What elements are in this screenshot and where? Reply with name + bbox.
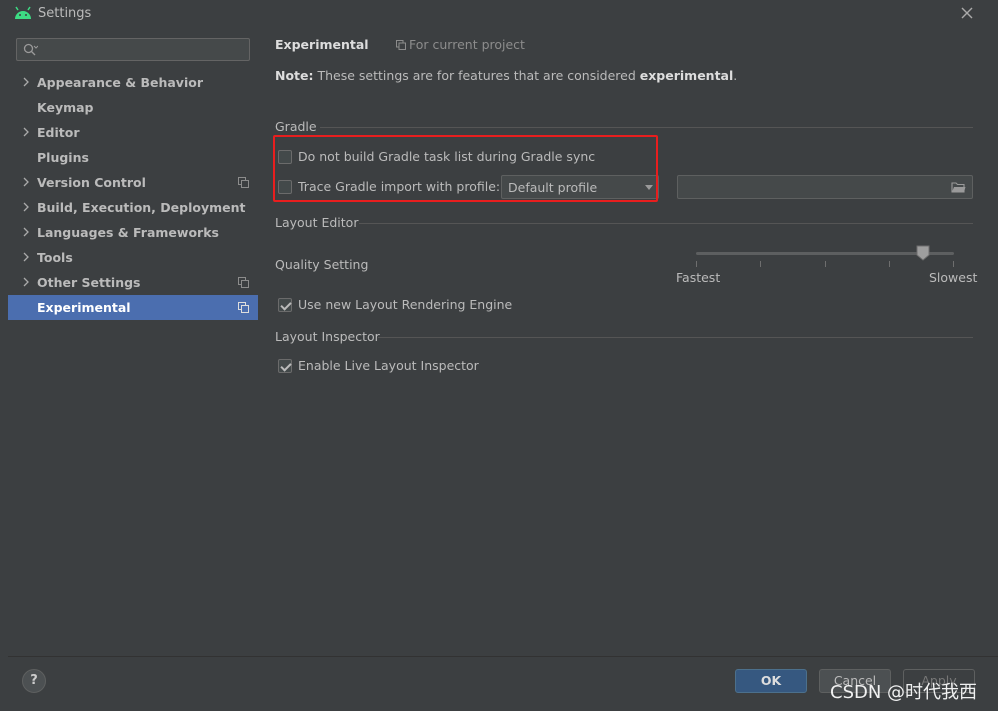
settings-sidebar: Appearance & Behavior Keymap Editor Plugins… [8, 28, 258, 656]
layout-editor-group-title: Layout Editor [275, 215, 359, 230]
sidebar-item-appearance-behavior[interactable]: Appearance & Behavior [8, 70, 258, 95]
live-inspector-label: Enable Live Layout Inspector [298, 358, 479, 373]
chevron-right-icon[interactable] [21, 202, 31, 212]
project-copy-icon [238, 277, 249, 288]
experimental-panel: Experimental For current project Note: T… [258, 28, 998, 656]
sidebar-item-label: Languages & Frameworks [37, 225, 219, 240]
slider-tick [953, 261, 954, 267]
chevron-right-icon[interactable] [21, 227, 31, 237]
sidebar-item-keymap[interactable]: Keymap [8, 95, 258, 120]
sidebar-item-languages-frameworks[interactable]: Languages & Frameworks [8, 220, 258, 245]
sidebar-item-label: Experimental [37, 300, 131, 315]
slider-thumb[interactable] [916, 245, 930, 261]
sidebar-item-plugins[interactable]: Plugins [8, 145, 258, 170]
trace-import-label: Trace Gradle import with profile: [298, 179, 501, 194]
no-task-list-label: Do not build Gradle task list during Gra… [298, 149, 596, 164]
quality-min-label: Fastest [676, 270, 721, 285]
help-button[interactable]: ? [22, 669, 46, 693]
ok-button[interactable]: OK [735, 669, 807, 693]
gradle-separator [320, 127, 973, 128]
slider-tick [760, 261, 761, 267]
chevron-right-icon[interactable] [21, 252, 31, 262]
sidebar-item-label: Keymap [37, 100, 94, 115]
sidebar-item-label: Editor [37, 125, 80, 140]
sidebar-item-tools[interactable]: Tools [8, 245, 258, 270]
slider-tick [889, 261, 890, 267]
note-prefix: Note: [275, 68, 314, 83]
quality-max-label: Slowest [929, 270, 978, 285]
for-current-project: For current project [396, 37, 525, 52]
quality-setting-label: Quality Setting [275, 257, 369, 272]
layout-editor-separator [359, 223, 973, 224]
note-emphasis: experimental [639, 68, 734, 83]
checkbox-box[interactable] [278, 298, 292, 312]
apply-button[interactable]: Apply [903, 669, 975, 693]
quality-slider[interactable] [696, 244, 954, 274]
profile-select[interactable]: Default profile [501, 175, 659, 199]
chevron-right-icon[interactable] [21, 77, 31, 87]
new-rendering-engine-label: Use new Layout Rendering Engine [298, 297, 513, 312]
settings-nav: Appearance & Behavior Keymap Editor Plugins… [8, 70, 258, 320]
chevron-down-icon [645, 185, 653, 190]
window-title: Settings [38, 6, 92, 21]
project-copy-icon [238, 302, 249, 313]
folder-open-icon[interactable] [951, 181, 966, 194]
close-icon[interactable] [958, 4, 976, 22]
sidebar-item-build-execution-deployment[interactable]: Build, Execution, Deployment [8, 195, 258, 220]
chevron-right-icon[interactable] [21, 127, 31, 137]
project-copy-icon [238, 177, 249, 188]
cancel-button[interactable]: Cancel [819, 669, 891, 693]
sidebar-item-version-control[interactable]: Version Control [8, 170, 258, 195]
sidebar-item-label: Plugins [37, 150, 89, 165]
sidebar-item-label: Build, Execution, Deployment [37, 200, 246, 215]
settings-search[interactable] [16, 38, 250, 61]
note-text: These settings are for features that are… [313, 68, 640, 83]
title-bar: Settings [0, 0, 998, 28]
slider-tick [696, 261, 697, 267]
note-suffix: . [733, 68, 738, 83]
layout-inspector-group-title: Layout Inspector [275, 329, 380, 344]
sidebar-item-experimental[interactable]: Experimental [8, 295, 258, 320]
chevron-right-icon[interactable] [21, 277, 31, 287]
profile-select-value: Default profile [508, 180, 598, 195]
experimental-note: Note: These settings are for features th… [275, 68, 737, 83]
sidebar-item-label: Appearance & Behavior [37, 75, 203, 90]
project-copy-icon [396, 40, 406, 50]
sidebar-item-label: Version Control [37, 175, 146, 190]
for-current-project-label: For current project [409, 37, 525, 52]
sidebar-item-label: Other Settings [37, 275, 141, 290]
layout-inspector-separator [378, 337, 973, 338]
checkbox-box[interactable] [278, 150, 292, 164]
sidebar-item-label: Tools [37, 250, 73, 265]
sidebar-item-other-settings[interactable]: Other Settings [8, 270, 258, 295]
checkbox-box[interactable] [278, 359, 292, 373]
dialog-footer: ? OK Cancel Apply [8, 656, 998, 711]
slider-tick [825, 261, 826, 267]
profile-path-field[interactable] [677, 175, 973, 199]
search-icon [23, 43, 38, 56]
sidebar-item-editor[interactable]: Editor [8, 120, 258, 145]
gradle-group-title: Gradle [275, 119, 317, 134]
android-icon [15, 6, 31, 19]
checkbox-box[interactable] [278, 180, 292, 194]
chevron-right-icon[interactable] [21, 177, 31, 187]
search-input[interactable] [39, 40, 244, 59]
page-title: Experimental [275, 37, 369, 52]
